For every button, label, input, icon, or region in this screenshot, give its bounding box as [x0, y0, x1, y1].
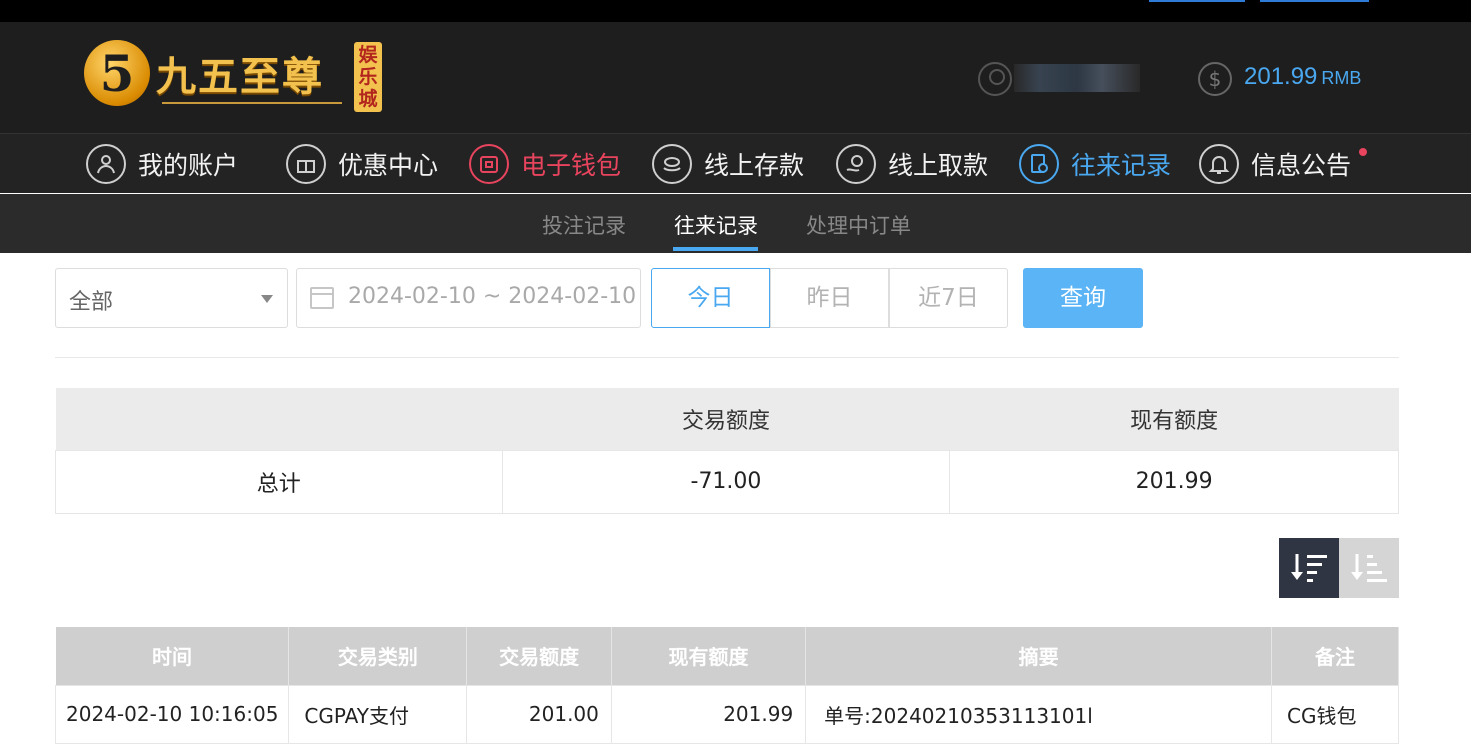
nav-deposit[interactable]: 线上存款: [652, 142, 804, 186]
summary-table: 交易额度 现有额度 总计 -71.00 201.99: [55, 388, 1399, 514]
logo-ornament: [162, 102, 342, 104]
user-avatar-icon: [978, 62, 1012, 96]
sort-descending-button[interactable]: [1279, 538, 1339, 598]
transaction-type-select[interactable]: 全部: [55, 268, 288, 328]
logo-text: 九五至尊: [156, 53, 324, 100]
nav-e-wallet[interactable]: 电子钱包: [469, 142, 621, 186]
column-header-amount[interactable]: 交易额度: [466, 627, 612, 685]
tab-bet-records[interactable]: 投注记录: [542, 210, 626, 240]
summary-header: 现有额度: [949, 388, 1399, 450]
calendar-icon: [310, 287, 334, 309]
logo-badge: 娱乐城: [354, 42, 382, 112]
main-nav: 我的账户 优惠中心 电子钱包 线上存款 线上取款 往来记录 信息公告: [0, 133, 1471, 193]
sort-ascending-button[interactable]: [1339, 538, 1399, 598]
quick-yesterday-button[interactable]: 昨日: [770, 268, 889, 328]
cell-balance: 201.99: [610, 684, 807, 744]
summary-cell: 总计: [55, 449, 503, 514]
column-header-summary[interactable]: 摘要: [805, 627, 1273, 685]
select-value: 全部: [69, 290, 114, 315]
nav-transaction-records[interactable]: 往来记录: [1019, 142, 1171, 186]
username-blurred: [1014, 64, 1140, 92]
column-header-time[interactable]: 时间: [55, 627, 290, 685]
sort-descending-icon: [1291, 554, 1327, 582]
top-link-underline[interactable]: [1260, 0, 1369, 2]
nav-withdraw[interactable]: 线上取款: [836, 142, 988, 186]
cell-type: CGPAY支付: [288, 684, 468, 744]
summary-total-row: 总计 -71.00 201.99: [55, 449, 1399, 514]
records-header-row: 时间 交易类别 交易额度 现有额度 摘要 备注: [55, 627, 1399, 685]
summary-header-row: 交易额度 现有额度: [55, 388, 1399, 450]
balance-unit: RMB: [1321, 68, 1362, 88]
nav-announcements[interactable]: 信息公告: [1199, 142, 1351, 186]
summary-header: [55, 388, 503, 450]
cell-amount: 201.00: [466, 684, 612, 744]
dollar-icon: $: [1198, 62, 1232, 96]
summary-cell: 201.99: [949, 449, 1399, 514]
query-button[interactable]: 查询: [1023, 268, 1143, 328]
user-icon: [86, 144, 126, 184]
date-range-value: 2024-02-10 ~ 2024-02-10: [348, 284, 637, 309]
top-link-underline[interactable]: [1149, 0, 1245, 2]
gift-icon: [286, 144, 326, 184]
site-logo[interactable]: 5 九五至尊 娱乐城: [84, 38, 384, 118]
quick-today-button[interactable]: 今日: [651, 268, 770, 328]
site-header: 5 九五至尊 娱乐城 $ 201.99 RMB: [0, 22, 1471, 133]
wallet-icon: [469, 144, 509, 184]
record-icon: [1019, 144, 1059, 184]
cell-remark: CG钱包: [1271, 684, 1399, 744]
quick-7days-button[interactable]: 近7日: [889, 268, 1008, 328]
deposit-icon: [652, 144, 692, 184]
column-header-type[interactable]: 交易类别: [288, 627, 468, 685]
active-tab-indicator: [673, 247, 758, 251]
summary-header: 交易额度: [502, 388, 950, 450]
summary-cell: -71.00: [501, 449, 951, 514]
balance-amount: 201.99 RMB: [1244, 63, 1362, 90]
column-header-remark[interactable]: 备注: [1271, 627, 1399, 685]
date-range-input[interactable]: 2024-02-10 ~ 2024-02-10: [296, 268, 641, 328]
column-header-balance[interactable]: 现有额度: [611, 627, 807, 685]
divider: [55, 357, 1399, 358]
tab-pending-orders[interactable]: 处理中订单: [806, 210, 911, 240]
cell-summary: 单号:20240210353113101l: [805, 684, 1273, 744]
records-table: 时间 交易类别 交易额度 现有额度 摘要 备注 2024-02-10 10:16…: [54, 627, 1399, 744]
notification-dot: [1359, 148, 1367, 156]
caret-down-icon: [261, 295, 273, 303]
bell-icon: [1199, 144, 1239, 184]
cell-time: 2024-02-10 10:16:05: [54, 684, 290, 744]
nav-promotions[interactable]: 优惠中心: [286, 142, 438, 186]
top-strip: [0, 0, 1471, 22]
sub-nav: 投注记录 往来记录 处理中订单: [0, 194, 1471, 253]
tab-transaction-records[interactable]: 往来记录: [674, 210, 758, 240]
logo-mark: 5: [84, 40, 150, 106]
nav-my-account[interactable]: 我的账户: [86, 142, 238, 186]
withdraw-icon: [836, 144, 876, 184]
table-row: 2024-02-10 10:16:05 CGPAY支付 201.00 201.9…: [54, 684, 1399, 744]
sort-ascending-icon: [1351, 554, 1387, 582]
